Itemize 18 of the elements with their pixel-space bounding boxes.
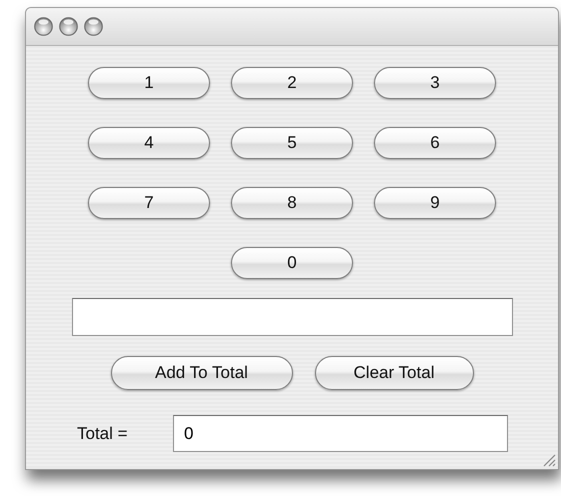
digit-button[interactable]: 3 (374, 67, 496, 99)
input-field[interactable] (72, 298, 513, 336)
digit-button[interactable]: 5 (231, 127, 353, 159)
total-field[interactable]: 0 (173, 415, 508, 452)
digit-button[interactable]: 2 (231, 67, 353, 99)
digit-button[interactable]: 9 (374, 187, 496, 219)
window-control-icon[interactable] (34, 17, 53, 36)
total-label: Total = (77, 424, 129, 444)
digit-button[interactable]: 0 (231, 247, 353, 279)
digit-button[interactable]: 7 (88, 187, 210, 219)
digit-button[interactable]: 6 (374, 127, 496, 159)
digit-button[interactable]: 1 (88, 67, 210, 99)
digit-button[interactable]: 4 (88, 127, 210, 159)
add-to-total-button[interactable]: Add To Total (110, 356, 292, 390)
clear-total-button[interactable]: Clear Total (314, 356, 474, 390)
window-control-icon[interactable] (59, 17, 78, 36)
digit-button[interactable]: 8 (231, 187, 353, 219)
window-control-icon[interactable] (84, 17, 103, 36)
